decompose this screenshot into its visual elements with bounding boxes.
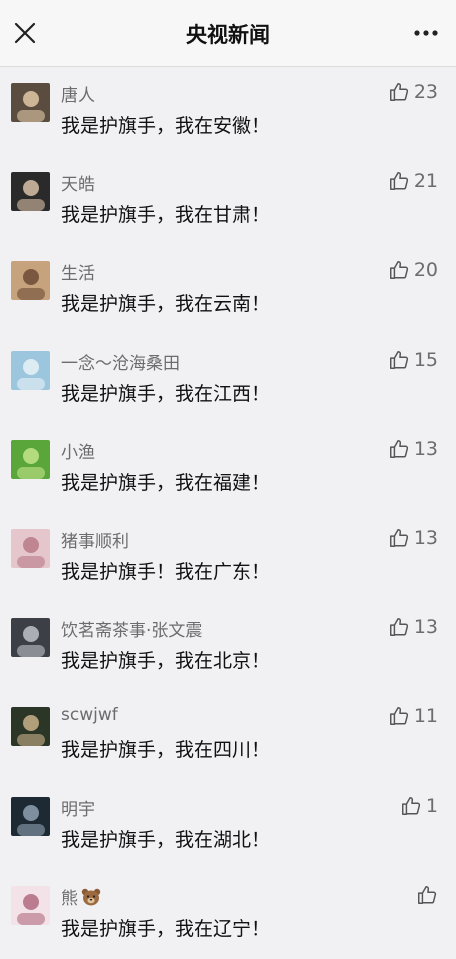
- like-button[interactable]: 23: [388, 81, 438, 103]
- like-count: 13: [413, 527, 438, 549]
- thumbs-up-icon: [388, 438, 410, 460]
- like-button[interactable]: [416, 884, 438, 906]
- comment-text: 我是护旗手，我在福建！: [61, 471, 271, 494]
- like-count: 15: [413, 348, 438, 371]
- thumbs-up-icon: [388, 170, 410, 192]
- comment-author[interactable]: 唐人: [61, 81, 95, 106]
- avatar[interactable]: [11, 350, 50, 390]
- like-button[interactable]: 13: [388, 438, 438, 460]
- comment-author-name: 猪事顺利: [61, 532, 129, 552]
- comment-item[interactable]: 天皓我是护旗手，我在甘肃！ 21: [0, 156, 456, 245]
- comment-item[interactable]: 小渔我是护旗手，我在福建！ 13: [0, 424, 456, 513]
- thumbs-up-icon: [400, 795, 422, 817]
- like-button[interactable]: 21: [388, 170, 438, 192]
- like-button[interactable]: 13: [388, 616, 438, 638]
- comment-author-name: 熊: [61, 888, 78, 909]
- avatar[interactable]: [11, 83, 50, 122]
- like-count: 21: [413, 170, 438, 193]
- avatar[interactable]: [11, 618, 50, 658]
- comment-author-name: 生活: [61, 264, 95, 285]
- avatar[interactable]: [11, 796, 50, 836]
- more-icon[interactable]: [414, 30, 438, 36]
- like-count: 23: [413, 81, 438, 103]
- comment-author[interactable]: 天皓: [61, 170, 95, 195]
- comment-author[interactable]: 熊: [61, 884, 101, 909]
- thumbs-up-icon: [388, 527, 410, 549]
- comment-item[interactable]: 一念～沧海桑田我是护旗手，我在江西！ 15: [0, 335, 456, 424]
- avatar[interactable]: [11, 261, 50, 301]
- comment-text: 我是护旗手，我在甘肃！: [61, 204, 271, 227]
- comment-item[interactable]: 唐人我是护旗手，我在安徽！ 23: [0, 67, 456, 156]
- avatar[interactable]: [11, 707, 50, 747]
- comment-author-name: 小渔: [61, 442, 95, 463]
- comment-item[interactable]: 明宇我是护旗手，我在湖北！ 1: [0, 781, 456, 870]
- comment-author[interactable]: 猪事顺利: [61, 527, 129, 552]
- thumbs-up-icon: [388, 705, 410, 727]
- thumbs-up-icon: [388, 81, 410, 103]
- comment-text: 我是护旗手，我在四川！: [61, 739, 271, 762]
- like-button[interactable]: 20: [388, 259, 438, 281]
- thumbs-up-icon: [388, 259, 410, 281]
- like-count: 13: [413, 437, 438, 460]
- comment-author-name: scwjwf: [61, 705, 118, 726]
- comment-text: 我是护旗手，我在江西！: [61, 382, 271, 405]
- comment-item[interactable]: 猪事顺利我是护旗手！我在广东！ 13: [0, 513, 456, 602]
- like-count: 20: [413, 259, 438, 282]
- like-button[interactable]: 13: [388, 527, 438, 549]
- comment-author[interactable]: 生活: [61, 259, 95, 284]
- comment-text: 我是护旗手！我在广东！: [61, 561, 271, 583]
- comment-author[interactable]: scwjwf: [61, 705, 118, 725]
- comment-text: 我是护旗手，我在湖北！: [61, 828, 271, 851]
- thumbs-up-icon: [388, 349, 410, 371]
- page-title: 央视新闻: [186, 23, 270, 47]
- bear-emoji-icon: [81, 888, 101, 906]
- avatar[interactable]: [11, 439, 50, 479]
- like-count: 11: [413, 705, 438, 728]
- comment-author-name: 明宇: [61, 799, 95, 820]
- avatar[interactable]: [11, 172, 50, 212]
- app-header: 央视新闻: [0, 0, 456, 67]
- comment-text: 我是护旗手，我在北京！: [61, 650, 271, 673]
- like-count: 1: [425, 794, 438, 817]
- like-count: 13: [413, 616, 438, 639]
- comment-item[interactable]: 饮茗斋茶事·张文震我是护旗手，我在北京！ 13: [0, 602, 456, 691]
- thumbs-up-icon: [388, 616, 410, 638]
- comment-item[interactable]: 生活我是护旗手，我在云南！ 20: [0, 245, 456, 334]
- comment-text: 我是护旗手，我在辽宁！: [61, 917, 271, 940]
- like-button[interactable]: 1: [400, 795, 438, 817]
- comment-author[interactable]: 一念～沧海桑田: [61, 349, 180, 374]
- comment-item[interactable]: 熊我是护旗手，我在辽宁！: [0, 870, 456, 959]
- comment-author[interactable]: 饮茗斋茶事·张文震: [61, 616, 202, 641]
- comment-author[interactable]: 小渔: [61, 438, 95, 463]
- comment-author[interactable]: 明宇: [61, 795, 95, 820]
- comment-author-name: 天皓: [61, 175, 95, 196]
- comment-author-name: 一念～沧海桑田: [61, 353, 180, 374]
- avatar[interactable]: [11, 529, 50, 568]
- comment-item[interactable]: scwjwf 我是护旗手，我在四川！ 11: [0, 691, 456, 780]
- comment-text: 我是护旗手，我在云南！: [61, 293, 271, 316]
- like-button[interactable]: 15: [388, 349, 438, 371]
- thumbs-up-icon: [416, 884, 438, 906]
- comment-author-name: 饮茗斋茶事·张文震: [61, 621, 203, 642]
- comment-author-name: 唐人: [61, 86, 95, 106]
- comment-text: 我是护旗手，我在安徽！: [61, 115, 271, 137]
- like-button[interactable]: 11: [388, 705, 438, 727]
- avatar[interactable]: [11, 885, 50, 925]
